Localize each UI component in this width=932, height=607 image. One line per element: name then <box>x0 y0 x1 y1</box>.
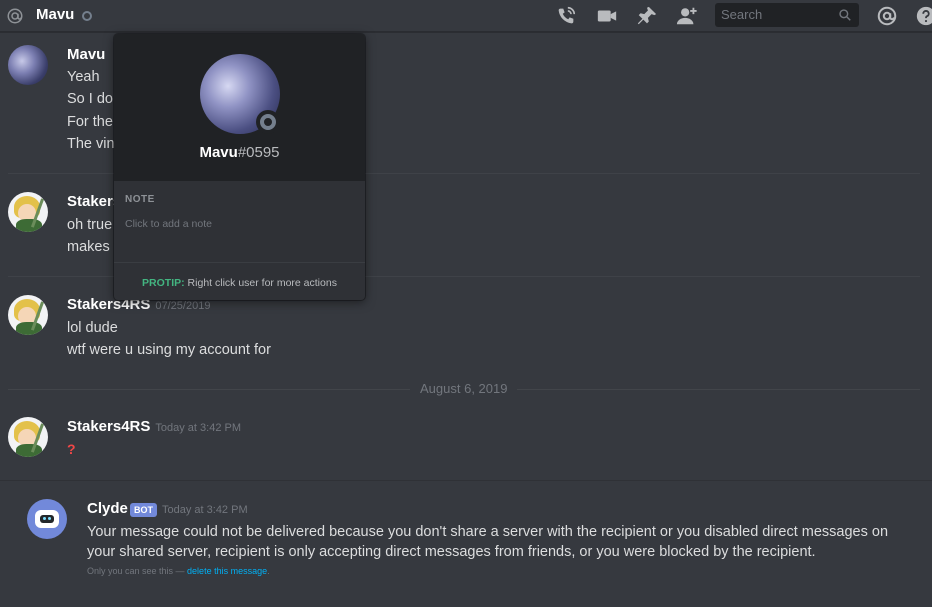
note-label: NOTE <box>125 194 155 205</box>
avatar[interactable] <box>8 192 48 232</box>
message-text: The vin <box>67 136 115 152</box>
message-timestamp: 07/25/2019 <box>155 300 211 312</box>
bot-tag: BOT <box>130 503 157 517</box>
clyde-text: Your message could not be delivered beca… <box>87 524 889 560</box>
avatar[interactable] <box>8 45 48 85</box>
clyde-avatar[interactable] <box>27 499 67 539</box>
message-text: wtf were u using my account for <box>67 342 271 358</box>
user-popout: Mavu#0595 NOTE Click to add a note PROTI… <box>114 34 365 300</box>
video-icon[interactable] <box>596 5 618 27</box>
protip: PROTIP: Right click user for more action… <box>114 277 365 289</box>
ephemeral-note-text: Only you can see this — <box>87 566 188 576</box>
message-username[interactable]: Mavu <box>67 46 105 63</box>
popout-username: Mavu#0595 <box>114 144 365 161</box>
help-icon[interactable] <box>915 5 932 27</box>
message-text: oh true <box>67 217 113 233</box>
mentions-icon[interactable] <box>876 5 898 27</box>
ephemeral-note-suffix: . <box>267 566 270 576</box>
message-text: Yeah <box>67 69 100 85</box>
popout-discriminator: #0595 <box>237 144 280 161</box>
protip-text: Right click user for more actions <box>184 277 337 289</box>
message-username[interactable]: Stakers4RS Today at 3:42 PM <box>67 418 241 435</box>
message-timestamp: Today at 3:42 PM <box>155 422 241 434</box>
channel-header: Mavu Search <box>0 0 932 32</box>
popout-name: Mavu <box>199 144 238 161</box>
channel-name: Mavu <box>36 6 75 23</box>
popout-footer: PROTIP: Right click user for more action… <box>114 262 365 300</box>
message-text: So I don <box>67 91 122 107</box>
status-offline-icon <box>82 11 92 21</box>
date-divider-label: August 6, 2019 <box>410 381 518 396</box>
message-text: lol dude <box>67 320 118 336</box>
add-friend-icon[interactable] <box>676 5 698 27</box>
message-text: ? <box>67 441 76 457</box>
pin-icon[interactable] <box>636 5 658 27</box>
delete-message-link[interactable]: delete this message <box>187 566 267 576</box>
protip-label: PROTIP: <box>142 277 185 289</box>
search-placeholder: Search <box>721 7 763 22</box>
ephemeral-note: Only you can see this — delete this mess… <box>87 566 270 576</box>
clyde-message: Clyde BOT Today at 3:42 PM Your message … <box>0 480 932 595</box>
avatar[interactable] <box>8 417 48 457</box>
username-text[interactable]: Stakers4RS <box>67 418 150 435</box>
message-text: For the <box>67 114 113 130</box>
message-text: makes s <box>67 239 121 255</box>
search-input[interactable]: Search <box>715 3 859 27</box>
at-icon <box>7 8 23 24</box>
clyde-username[interactable]: Clyde <box>87 500 128 517</box>
call-icon[interactable] <box>555 5 577 27</box>
popout-header: Mavu#0595 <box>114 34 365 181</box>
message-timestamp: Today at 3:42 PM <box>162 504 248 516</box>
search-icon <box>839 9 851 21</box>
avatar[interactable] <box>8 295 48 335</box>
status-offline-icon <box>256 110 280 134</box>
note-input[interactable]: Click to add a note <box>125 218 353 230</box>
